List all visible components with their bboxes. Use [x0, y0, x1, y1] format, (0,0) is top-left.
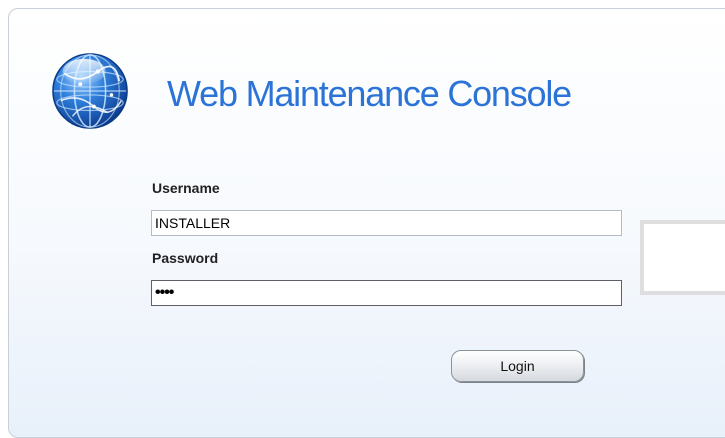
login-button[interactable]: Login [451, 350, 584, 382]
password-input[interactable] [151, 280, 622, 306]
username-input[interactable] [151, 210, 622, 236]
username-label: Username [152, 180, 220, 196]
globe-icon [52, 53, 128, 129]
app-title: Web Maintenance Console [167, 73, 572, 114]
password-label: Password [152, 250, 219, 266]
side-panel-box [640, 220, 725, 295]
